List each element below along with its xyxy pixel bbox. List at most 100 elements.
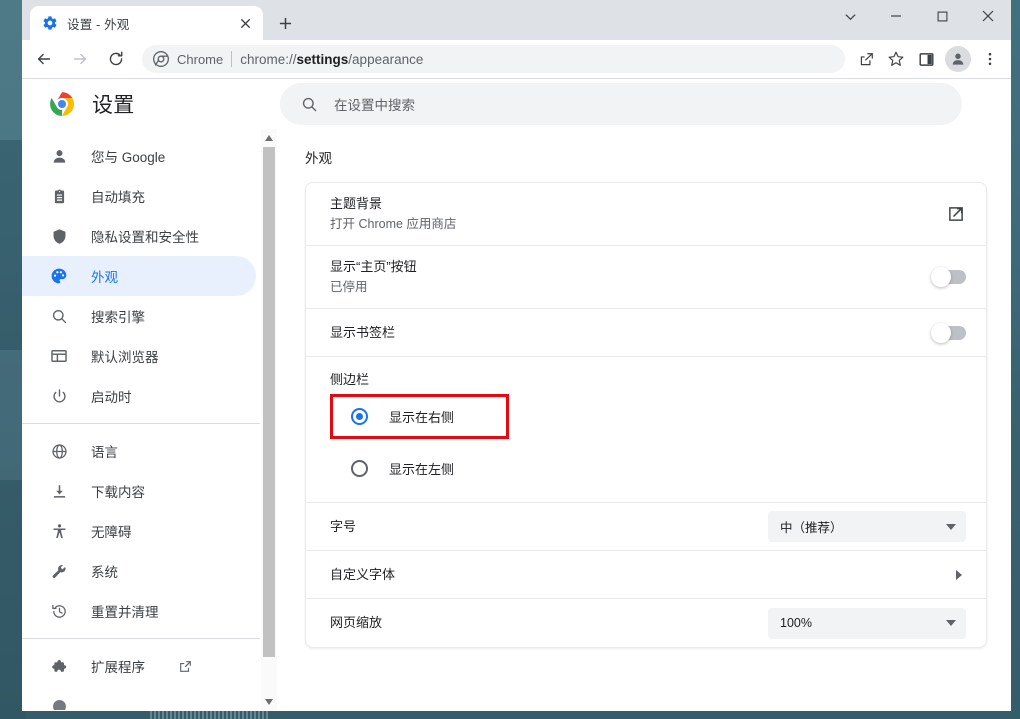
chevron-down-icon[interactable] [827, 0, 873, 32]
reload-button[interactable] [101, 44, 131, 74]
sidebar-item-languages[interactable]: 语言 [22, 431, 256, 471]
search-placeholder: 在设置中搜索 [334, 98, 415, 113]
settings-content: 外观 主题背景 打开 Chrome 应用商店 显示“主页”按钮 已停用 显示书签… [278, 129, 1011, 710]
restore-icon [49, 601, 69, 621]
dropdown-font-size[interactable]: 中（推荐） [768, 511, 966, 542]
settings-sidebar: 您与 Google 自动填充 隐私设置和安全性 外观 搜索引擎 默认浏览器 启动… [22, 129, 260, 710]
sidebar-item-label: 自动填充 [91, 190, 145, 205]
sidebar-item-extensions[interactable]: 扩展程序 [22, 646, 256, 686]
page-scrollbar[interactable] [261, 129, 277, 710]
info-icon [49, 696, 69, 710]
back-button[interactable] [29, 44, 59, 74]
row-show-bookmarks-bar[interactable]: 显示书签栏 [306, 309, 986, 357]
toggle-show-home-button[interactable] [931, 267, 966, 287]
chevron-down-icon [946, 620, 956, 626]
radio-option-show-on-left[interactable]: 显示在左侧 [330, 448, 962, 488]
side-panel-radio-group: 侧边栏 显示在右侧 显示在左侧 [306, 357, 986, 502]
sidebar-item-appearance[interactable]: 外观 [22, 256, 256, 296]
row-subtitle: 已停用 [330, 280, 368, 294]
scrollbar-thumb[interactable] [263, 147, 275, 657]
scroll-up-icon[interactable] [261, 129, 277, 146]
chevron-right-icon[interactable] [956, 569, 962, 580]
person-icon [49, 146, 69, 166]
sidebar-divider [22, 423, 260, 424]
radio-label: 显示在右侧 [389, 409, 455, 425]
download-icon [49, 481, 69, 501]
settings-brand: 设置 [22, 89, 280, 119]
sidebar-item-label: 隐私设置和安全性 [91, 230, 199, 245]
search-input[interactable]: 在设置中搜索 [280, 83, 962, 125]
row-texts: 主题背景 打开 Chrome 应用商店 [330, 183, 946, 245]
search-icon [49, 306, 69, 326]
row-font-size[interactable]: 字号 中（推荐） [306, 503, 986, 551]
chrome-logo-icon [153, 51, 169, 67]
new-tab-button[interactable] [271, 9, 299, 37]
dropdown-page-zoom[interactable]: 100% [768, 607, 966, 639]
row-show-home-button[interactable]: 显示“主页”按钮 已停用 [306, 246, 986, 309]
row-title: 显示“主页”按钮 [330, 259, 417, 274]
sidebar-item-downloads[interactable]: 下载内容 [22, 471, 256, 511]
scroll-down-icon[interactable] [261, 693, 277, 710]
browser-window: 设置 - 外观 Chrome chrome://settings/appeara… [22, 0, 1011, 711]
toggle-show-bookmarks-bar[interactable] [931, 322, 966, 343]
close-button[interactable] [965, 0, 1011, 32]
browser-toolbar: Chrome chrome://settings/appearance [22, 40, 1011, 79]
radio-option-show-on-right[interactable]: 显示在右侧 [330, 394, 962, 439]
settings-page: 设置 在设置中搜索 您与 Google 自动填充 隐私设置和安全性 外观 搜索引… [22, 79, 1011, 710]
external-link-icon [177, 658, 193, 674]
puzzle-icon [49, 656, 69, 676]
row-title: 字号 [330, 518, 357, 534]
sidebar-item-partial[interactable] [22, 686, 256, 710]
row-subtitle: 打开 Chrome 应用商店 [330, 217, 457, 231]
sidebar-item-accessibility[interactable]: 无障碍 [22, 511, 256, 551]
minimize-button[interactable] [873, 0, 919, 32]
browser-window-icon [49, 346, 69, 366]
share-icon[interactable] [852, 45, 880, 73]
sidebar-item-default-browser[interactable]: 默认浏览器 [22, 336, 256, 376]
sidebar-item-label: 默认浏览器 [91, 350, 159, 365]
sidebar-item-autofill[interactable]: 自动填充 [22, 176, 256, 216]
bookmark-star-icon[interactable] [882, 45, 910, 73]
appearance-settings-card: 主题背景 打开 Chrome 应用商店 显示“主页”按钮 已停用 显示书签栏 侧… [305, 182, 987, 648]
chevron-down-icon [946, 523, 956, 530]
sidebar-item-privacy-security[interactable]: 隐私设置和安全性 [22, 216, 256, 256]
address-bar[interactable]: Chrome chrome://settings/appearance [142, 45, 845, 73]
omnibox-url: chrome://settings/appearance [240, 52, 423, 67]
row-theme[interactable]: 主题背景 打开 Chrome 应用商店 [306, 183, 986, 246]
row-page-zoom[interactable]: 网页缩放 100% [306, 599, 986, 647]
external-link-icon[interactable] [946, 204, 966, 224]
settings-gear-icon [42, 15, 58, 31]
accessibility-icon [49, 521, 69, 541]
dropdown-value: 中（推荐） [780, 521, 843, 535]
sidebar-item-label: 搜索引擎 [91, 310, 145, 325]
close-icon[interactable] [235, 13, 255, 33]
row-customize-fonts[interactable]: 自定义字体 [306, 551, 986, 599]
sidebar-item-reset-cleanup[interactable]: 重置并清理 [22, 591, 256, 631]
window-controls [827, 0, 1011, 32]
globe-icon [49, 441, 69, 461]
row-title: 自定义字体 [330, 566, 396, 582]
sidebar-item-you-and-google[interactable]: 您与 Google [22, 136, 256, 176]
sidebar-item-label: 重置并清理 [91, 605, 159, 620]
profile-avatar[interactable] [945, 46, 971, 72]
sidebar-item-on-startup[interactable]: 启动时 [22, 376, 256, 416]
sidebar-item-search-engine[interactable]: 搜索引擎 [22, 296, 256, 336]
clipboard-icon [49, 186, 69, 206]
side-panel-icon[interactable] [912, 45, 940, 73]
sidebar-item-label: 扩展程序 [91, 660, 145, 675]
sidebar-item-system[interactable]: 系统 [22, 551, 256, 591]
radio-label: 显示在左侧 [389, 461, 455, 477]
url-suffix: /appearance [348, 51, 424, 67]
radio-button-selected[interactable] [351, 407, 368, 425]
three-dot-menu-icon[interactable] [976, 45, 1004, 73]
row-title: 显示书签栏 [330, 324, 396, 340]
power-icon [49, 386, 69, 406]
forward-button[interactable] [65, 44, 95, 74]
browser-tab[interactable]: 设置 - 外观 [30, 6, 263, 40]
radio-button-unselected[interactable] [351, 459, 368, 477]
sidebar-item-label: 您与 Google [91, 150, 166, 165]
row-texts: 显示书签栏 [330, 312, 932, 354]
maximize-button[interactable] [919, 0, 965, 32]
section-heading: 外观 [305, 151, 332, 166]
row-texts: 自定义字体 [330, 554, 956, 596]
